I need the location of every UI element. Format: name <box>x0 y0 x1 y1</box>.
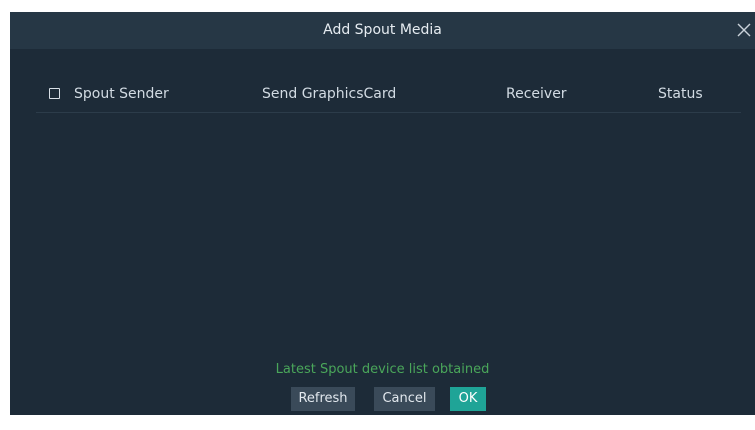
status-message: Latest Spout device list obtained <box>275 362 490 377</box>
select-all-checkbox[interactable] <box>49 88 60 99</box>
dialog-title: Add Spout Media <box>323 22 442 38</box>
add-spout-media-dialog: Add Spout Media Spout Sender Send Graphi… <box>10 12 755 415</box>
ok-button[interactable]: OK <box>450 387 486 411</box>
column-header-receiver[interactable]: Receiver <box>506 86 567 102</box>
title-bar: Add Spout Media <box>10 12 755 49</box>
close-icon[interactable] <box>733 19 755 41</box>
table-header: Spout Sender Send GraphicsCard Receiver … <box>36 76 741 113</box>
column-header-spout-sender[interactable]: Spout Sender <box>74 86 169 102</box>
column-header-send-graphics-card[interactable]: Send GraphicsCard <box>262 86 396 102</box>
column-header-status[interactable]: Status <box>658 86 703 102</box>
cancel-button[interactable]: Cancel <box>374 387 435 411</box>
spout-device-list[interactable] <box>36 113 741 353</box>
refresh-button[interactable]: Refresh <box>291 387 355 411</box>
